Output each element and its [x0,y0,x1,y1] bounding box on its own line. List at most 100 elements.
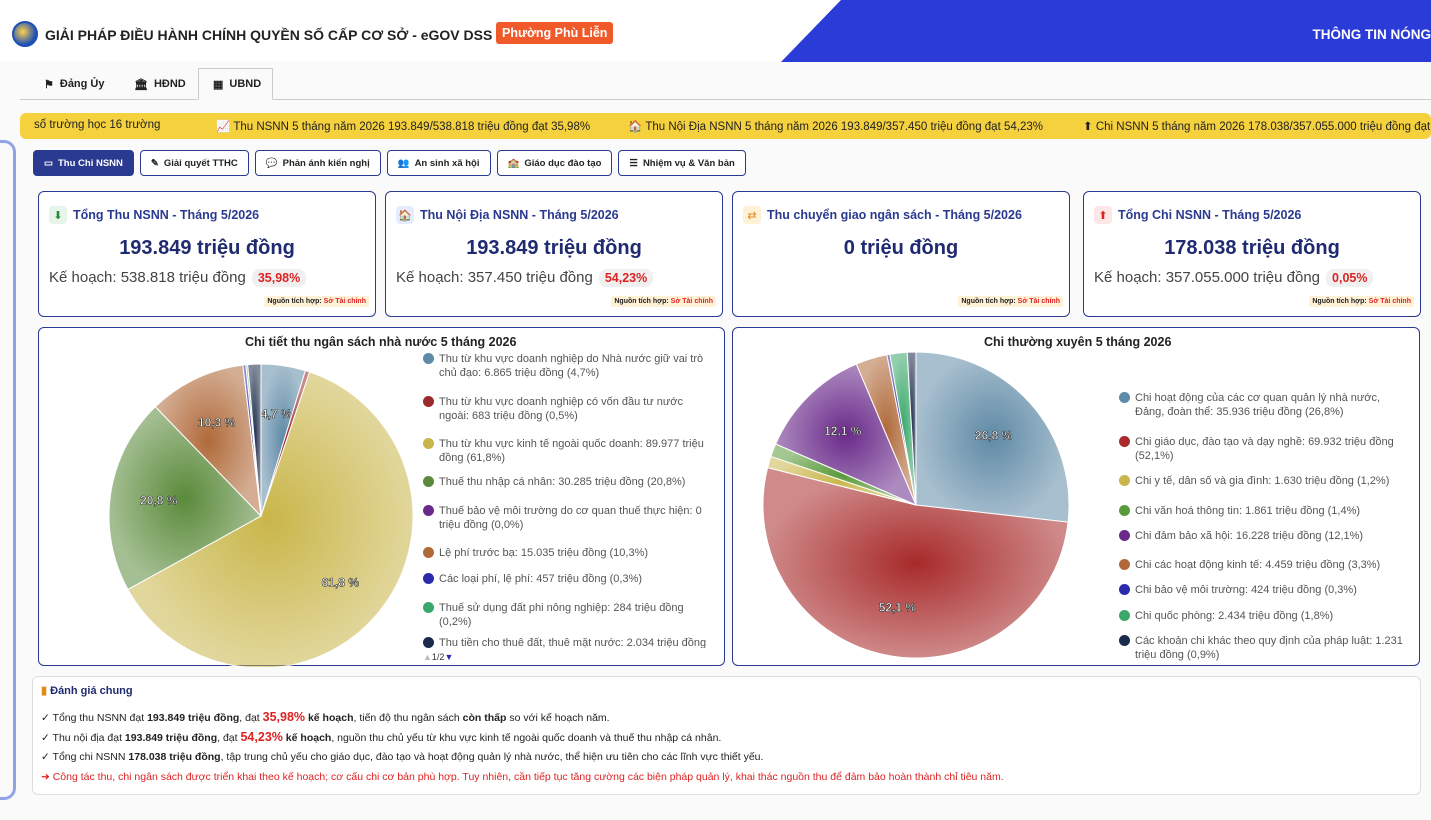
subtab-giao-duc[interactable]: 🏫 Giáo dục đào tạo [496,150,613,176]
legend-item[interactable]: Các loại phí, lệ phí: 457 triệu đồng (0,… [423,572,642,586]
subtab-phan-anh[interactable]: 💬 Phản ánh kiến nghị [254,150,381,176]
chart-panel-chi: Chi thường xuyên 5 tháng 2026 26,8 % 52,1… [732,327,1420,666]
legend-item[interactable]: Chi đảm bảo xã hội: 16.228 triệu đồng (1… [1119,529,1363,543]
tab-hdnd[interactable]: 🏛 HĐND [120,68,200,100]
legend-label: Các loại phí, lệ phí: 457 triệu đồng (0,… [439,573,643,585]
slice-label: 10,3 % [198,416,236,430]
legend-item[interactable]: Chi giáo dục, đào tạo và dạy nghề: 69.93… [1119,435,1409,463]
legend-label: Chi quốc phòng: 2.434 triệu đồng (1,8%) [1135,610,1334,622]
chart-panel-thu: Chi tiết thu ngân sách nhà nước 5 tháng … [38,327,725,667]
tab-dang-uy[interactable]: ⚑ Đảng Ủy [30,68,119,100]
legend-label: Thuế bảo vệ môi trường do cơ quan thuế t… [439,505,702,531]
evaluation-line: ✓ Tổng thu NSNN đạt 193.849 triệu đồng, … [41,710,610,724]
exchange-icon: ⇄ [743,206,761,224]
card-title: Thu Nội Địa NSNN - Tháng 5/2026 [420,208,619,222]
card-value: 193.849 triệu đồng [466,237,642,259]
legend-dot [1119,392,1130,403]
slice-label: 20,8 % [140,494,178,508]
card-title: Thu chuyển giao ngân sách - Tháng 5/2026 [767,208,1022,222]
legend-label: Chi văn hoá thông tin: 1.861 triệu đồng … [1135,505,1361,517]
file-icon: ✎ [150,157,159,169]
card-source: Nguồn tích hợp: Sở Tài chính [264,296,369,307]
legend-dot [1119,505,1130,516]
subtab-thu-chi[interactable]: ▭ Thu Chi NSNN [33,150,134,176]
tab-ubnd[interactable]: ▦ UBND [198,68,273,100]
legend-dot [423,476,434,487]
left-decoration [0,140,16,800]
subtab-tthc[interactable]: ✎ Giải quyết TTHC [139,150,249,176]
legend-item[interactable]: Thuế thu nhập cá nhân: 30.285 triệu đồng… [423,475,685,489]
evaluation-line: ✓ Thu nội địa đạt 193.849 triệu đồng, đạ… [41,730,722,744]
card-source: Nguồn tích hợp: Sở Tài chính [958,296,1063,307]
ward-badge[interactable]: Phường Phù Liễn [496,22,614,44]
school-icon: 🏫 [507,157,520,169]
hot-news-link[interactable]: THÔNG TIN NÓNG [1313,27,1431,42]
legend-item[interactable]: Thu tiền cho thuê đất, thuê mặt nước: 2.… [423,636,706,648]
card-title: Tổng Thu NSNN - Tháng 5/2026 [73,208,260,222]
card-tong-chi[interactable]: ⬆ Tổng Chi NSNN - Tháng 5/2026 178.038 t… [1083,191,1421,317]
legend-dot [1119,584,1130,595]
card-plan: Kế hoạch: 538.818 triệu đồng 35,98% [49,269,307,287]
legend-label: Thu từ khu vực kinh tế ngoài quốc doanh:… [439,438,704,464]
bar-chart-icon: ▮ [41,685,48,697]
card-percent: 0,05% [1326,269,1374,287]
legend-item[interactable]: Thu từ khu vực kinh tế ngoài quốc doanh:… [423,437,713,465]
card-source: Nguồn tích hợp: Sở Tài chính [1309,296,1414,307]
legend-dot [1119,559,1130,570]
legend-label: Chi giáo dục, đào tạo và dạy nghề: 69.93… [1135,436,1394,462]
app-title: GIẢI PHÁP ĐIỀU HÀNH CHÍNH QUYỀN SỐ CẤP C… [45,27,493,43]
legend-dot [1119,436,1130,447]
card-plan: Kế hoạch: 357.450 triệu đồng 54,23% [396,269,654,287]
slice-label: 52,1 % [879,600,917,614]
legend-item[interactable]: Thu từ khu vực doanh nghiệp do Nhà nước … [423,352,713,380]
legend-pager[interactable]: ▲1/2▼ [423,652,453,662]
legend-label: Lệ phí trước bạ: 15.035 triệu đồng (10,3… [439,547,649,559]
legend-label: Thu tiền cho thuê đất, thuê mặt nước: 2.… [439,637,707,648]
chart-legend: Thu từ khu vực doanh nghiệp do Nhà nước … [423,352,713,648]
card-chuyen-giao[interactable]: ⇄ Thu chuyển giao ngân sách - Tháng 5/20… [732,191,1070,317]
card-plan: Kế hoạch: 357.055.000 triệu đồng 0,05% [1094,269,1374,287]
legend-item[interactable]: Lệ phí trước bạ: 15.035 triệu đồng (10,3… [423,546,648,560]
legend-item[interactable]: Chi văn hoá thông tin: 1.861 triệu đồng … [1119,504,1360,518]
legend-dot [1119,610,1130,621]
subtab-nhiem-vu[interactable]: ☰ Nhiệm vụ & Văn bản [618,150,746,176]
legend-dot [1119,635,1130,646]
card-thu-noi-dia[interactable]: 🏠 Thu Nội Địa NSNN - Tháng 5/2026 193.84… [385,191,723,317]
list-icon: ☰ [629,157,638,169]
ticker-item: ⬆ Chi NSNN 5 tháng năm 2026 178.038/357.… [1083,121,1431,133]
home-icon: 🏠 [396,206,414,224]
evaluation-panel: ▮ Đánh giá chung ✓ Tổng thu NSNN đạt 193… [32,676,1421,795]
legend-dot [423,637,434,648]
legend-item[interactable]: Chi các hoạt động kinh tế: 4.459 triệu đ… [1119,558,1380,572]
legend-label: Thuế thu nhập cá nhân: 30.285 triệu đồng… [439,476,686,488]
comments-icon: 💬 [265,157,278,169]
legend-item[interactable]: Chi bảo vệ môi trường: 424 triệu đồng (0… [1119,583,1357,597]
card-source: Nguồn tích hợp: Sở Tài chính [611,296,716,307]
legend-item[interactable]: Chi hoạt động của các cơ quan quản lý nh… [1119,391,1409,419]
legend-dot [423,573,434,584]
legend-item[interactable]: Các khoản chi khác theo quy định của phá… [1119,634,1409,662]
legend-item[interactable]: Chi y tế, dân số và gia đình: 1.630 triệ… [1119,474,1389,488]
ticker-item: số trường học 16 trường [34,119,161,131]
card-tong-thu[interactable]: ⬇ Tổng Thu NSNN - Tháng 5/2026 193.849 t… [38,191,376,317]
slice-label: 12,1 % [824,424,862,438]
legend-label: Thuế sử dụng đất phi nông nghiệp: 284 tr… [439,602,684,628]
legend-dot [423,396,434,407]
slice-label: 26,8 % [975,429,1013,443]
card-percent: 35,98% [251,269,307,287]
flag-icon: ⚑ [44,78,54,91]
users-icon: 👥 [397,157,410,169]
legend-label: Chi bảo vệ môi trường: 424 triệu đồng (0… [1135,584,1357,596]
news-ticker: số trường học 16 trường 📈 Thu NSNN 5 thá… [20,113,1431,139]
subtab-an-sinh[interactable]: 👥 An sinh xã hội [386,150,491,176]
app-header: GIẢI PHÁP ĐIỀU HÀNH CHÍNH QUYỀN SỐ CẤP C… [0,0,1431,62]
slice-label: 4,7 % [261,407,292,421]
legend-dot [423,547,434,558]
legend-item[interactable]: Thuế bảo vệ môi trường do cơ quan thuế t… [423,504,713,532]
legend-item[interactable]: Thu từ khu vực doanh nghiệp có vốn đầu t… [423,395,713,423]
arrow-up-circle-icon: ⬆ [1083,121,1096,133]
legend-item[interactable]: Thuế sử dụng đất phi nông nghiệp: 284 tr… [423,601,713,629]
legend-item[interactable]: Chi quốc phòng: 2.434 triệu đồng (1,8%) [1119,609,1333,623]
chart-line-icon: 📈 [216,121,234,133]
sub-tabs: ▭ Thu Chi NSNN ✎ Giải quyết TTHC 💬 Phản ánh… [33,150,746,176]
